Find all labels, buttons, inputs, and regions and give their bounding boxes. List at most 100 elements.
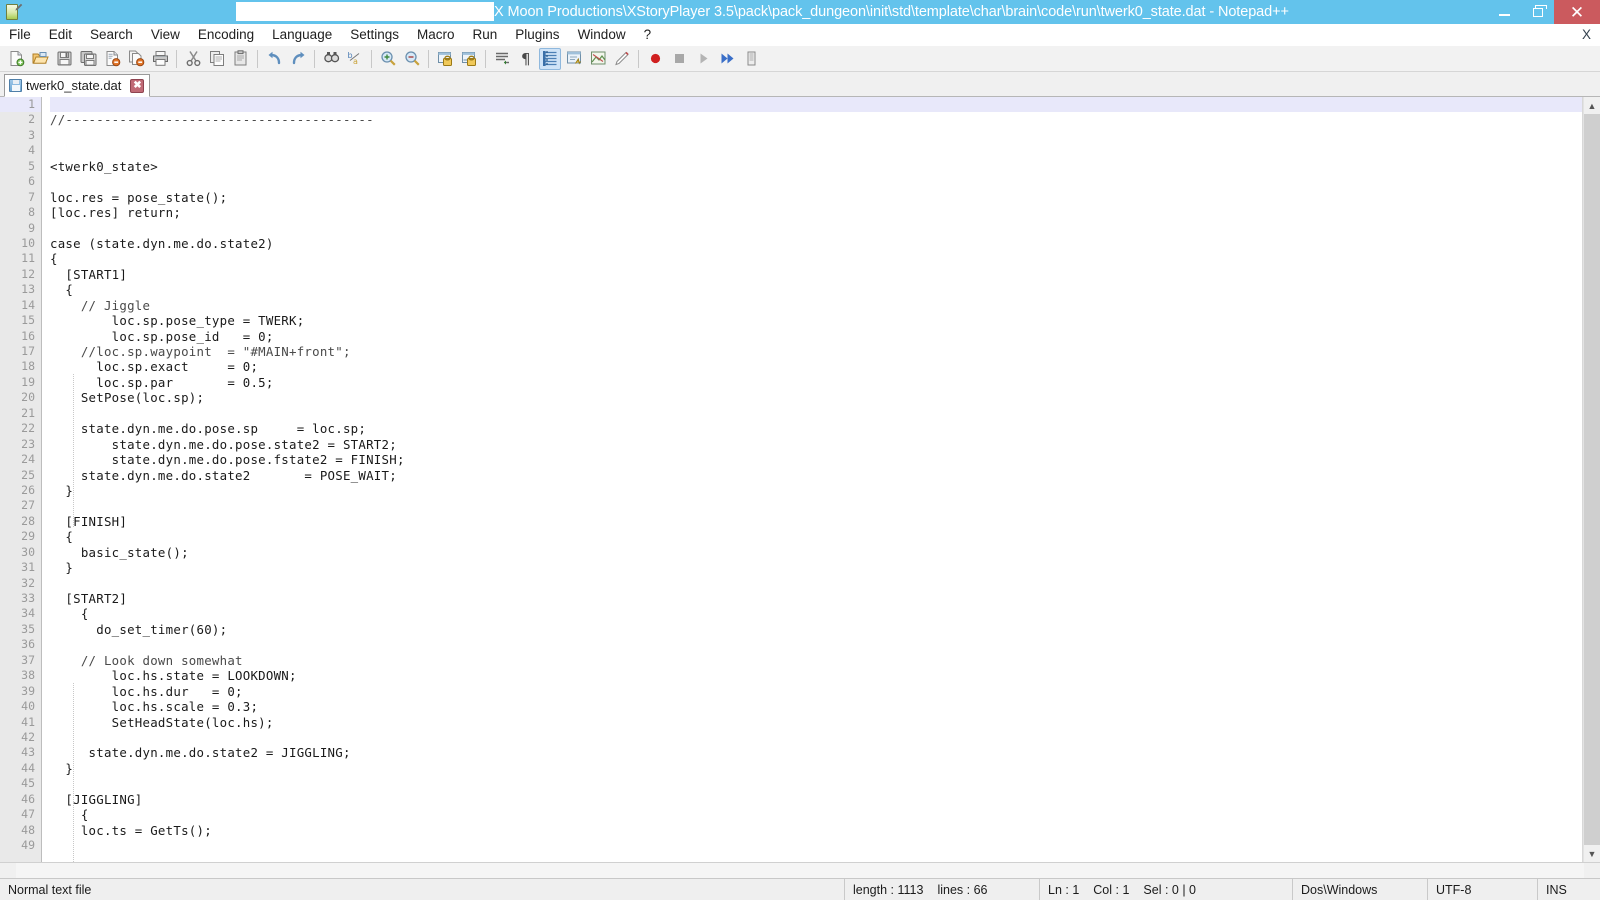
function-list-icon[interactable] <box>611 48 633 70</box>
open-file-icon[interactable] <box>29 48 51 70</box>
scroll-down-arrow[interactable]: ▼ <box>1584 845 1600 862</box>
code-line[interactable]: state.dyn.me.do.pose.sp = loc.sp; <box>50 421 1582 436</box>
code-line[interactable]: [loc.res] return; <box>50 205 1582 220</box>
scroll-up-arrow[interactable]: ▲ <box>1584 97 1600 114</box>
code-line[interactable] <box>50 406 1582 421</box>
macro-playback-multiple-icon[interactable] <box>716 48 738 70</box>
code-line[interactable]: // Jiggle <box>50 298 1582 313</box>
replace-icon[interactable]: b a <box>344 48 366 70</box>
code-line[interactable]: case (state.dyn.me.do.state2) <box>50 236 1582 251</box>
code-line[interactable]: // Look down somewhat <box>50 653 1582 668</box>
code-line[interactable]: basic_state(); <box>50 545 1582 560</box>
undo-icon[interactable] <box>263 48 285 70</box>
user-defined-dialog-icon[interactable] <box>563 48 585 70</box>
indent-guideline-icon[interactable] <box>539 47 561 70</box>
code-line[interactable]: } <box>50 483 1582 498</box>
code-line[interactable]: loc.sp.pose_id = 0; <box>50 329 1582 344</box>
code-line[interactable] <box>50 97 1582 113</box>
menu-help[interactable]: ? <box>635 24 661 46</box>
menu-macro[interactable]: Macro <box>408 24 464 46</box>
zoom-out-icon[interactable] <box>401 48 423 70</box>
minimize-button[interactable] <box>1488 0 1521 24</box>
macro-record-icon[interactable] <box>644 48 666 70</box>
code-line[interactable]: //loc.sp.waypoint = "#MAIN+front"; <box>50 344 1582 359</box>
vertical-scroll-thumb[interactable] <box>1584 114 1600 264</box>
code-line[interactable]: do_set_timer(60); <box>50 622 1582 637</box>
scroll-right-arrow[interactable] <box>1584 863 1600 878</box>
menu-search[interactable]: Search <box>81 24 142 46</box>
code-line[interactable]: { <box>50 529 1582 544</box>
code-line[interactable]: loc.hs.state = LOOKDOWN; <box>50 668 1582 683</box>
close-file-icon[interactable] <box>101 48 123 70</box>
find-icon[interactable] <box>320 48 342 70</box>
code-line[interactable]: state.dyn.me.do.state2 = POSE_WAIT; <box>50 468 1582 483</box>
code-line[interactable]: [START2] <box>50 591 1582 606</box>
new-file-icon[interactable] <box>5 48 27 70</box>
code-line[interactable] <box>50 776 1582 791</box>
code-line[interactable]: } <box>50 761 1582 776</box>
code-line[interactable]: loc.sp.par = 0.5; <box>50 375 1582 390</box>
code-line[interactable]: state.dyn.me.do.pose.fstate2 = FINISH; <box>50 452 1582 467</box>
sync-vertical-scroll-icon[interactable] <box>434 48 456 70</box>
vertical-scroll-track[interactable] <box>1584 114 1600 845</box>
tab-close-icon[interactable]: ✖ <box>130 78 145 93</box>
horizontal-scrollbar[interactable] <box>0 862 1600 878</box>
code-line[interactable]: { <box>50 606 1582 621</box>
code-line[interactable]: loc.sp.pose_type = TWERK; <box>50 313 1582 328</box>
restore-button[interactable] <box>1521 0 1554 24</box>
close-document-button[interactable]: X <box>1582 24 1591 46</box>
tab-twerk0-state-dat[interactable]: twerk0_state.dat ✖ <box>4 74 151 97</box>
menu-run[interactable]: Run <box>464 24 507 46</box>
macro-save-icon[interactable] <box>740 48 762 70</box>
menu-window[interactable]: Window <box>569 24 635 46</box>
code-line[interactable]: SetHeadState(loc.hs); <box>50 715 1582 730</box>
copy-icon[interactable] <box>206 48 228 70</box>
code-line[interactable]: loc.hs.scale = 0.3; <box>50 699 1582 714</box>
code-line[interactable]: { <box>50 251 1582 266</box>
save-icon[interactable] <box>53 48 75 70</box>
code-line[interactable] <box>50 128 1582 143</box>
sync-horizontal-scroll-icon[interactable] <box>458 48 480 70</box>
redo-icon[interactable] <box>287 48 309 70</box>
show-all-characters-icon[interactable]: ¶ <box>515 48 537 70</box>
code-line[interactable]: { <box>50 807 1582 822</box>
print-icon[interactable] <box>149 48 171 70</box>
paste-icon[interactable] <box>230 48 252 70</box>
close-button[interactable]: ✕ <box>1554 0 1600 24</box>
zoom-in-icon[interactable] <box>377 48 399 70</box>
code-line[interactable]: [JIGGLING] <box>50 792 1582 807</box>
code-line[interactable]: //--------------------------------------… <box>50 112 1582 127</box>
menu-language[interactable]: Language <box>263 24 341 46</box>
code-line[interactable] <box>50 730 1582 745</box>
vertical-scrollbar[interactable]: ▲ ▼ <box>1583 97 1600 862</box>
menu-view[interactable]: View <box>142 24 189 46</box>
code-line[interactable] <box>50 221 1582 236</box>
code-line[interactable]: } <box>50 560 1582 575</box>
code-line[interactable]: loc.res = pose_state(); <box>50 190 1582 205</box>
code-line[interactable]: { <box>50 282 1582 297</box>
horizontal-scroll-track[interactable] <box>16 863 1584 878</box>
text-editor[interactable]: 1 2 3 4 5 6 7 8 9 10 11 12 13 14 15 16 17 18 19 20 21 22 23 24 2… <box>0 97 1583 862</box>
save-all-icon[interactable] <box>77 48 99 70</box>
menu-plugins[interactable]: Plugins <box>506 24 568 46</box>
macro-play-icon[interactable] <box>692 48 714 70</box>
code-line[interactable] <box>50 174 1582 189</box>
code-line[interactable]: [START1] <box>50 267 1582 282</box>
code-line[interactable] <box>50 637 1582 652</box>
code-line[interactable] <box>50 838 1582 853</box>
code-line[interactable]: [FINISH] <box>50 514 1582 529</box>
word-wrap-icon[interactable] <box>491 48 513 70</box>
close-all-files-icon[interactable] <box>125 48 147 70</box>
cut-icon[interactable] <box>182 48 204 70</box>
code-line[interactable] <box>50 498 1582 513</box>
menu-edit[interactable]: Edit <box>40 24 81 46</box>
scroll-left-arrow[interactable] <box>0 863 16 878</box>
code-content[interactable]: //--------------------------------------… <box>42 97 1582 862</box>
macro-stop-icon[interactable] <box>668 48 690 70</box>
menu-file[interactable]: File <box>0 24 40 46</box>
menu-settings[interactable]: Settings <box>341 24 408 46</box>
code-line[interactable]: loc.ts = GetTs(); <box>50 823 1582 838</box>
code-line[interactable]: loc.hs.dur = 0; <box>50 684 1582 699</box>
code-line[interactable]: loc.sp.exact = 0; <box>50 359 1582 374</box>
code-line[interactable]: state.dyn.me.do.pose.state2 = START2; <box>50 437 1582 452</box>
